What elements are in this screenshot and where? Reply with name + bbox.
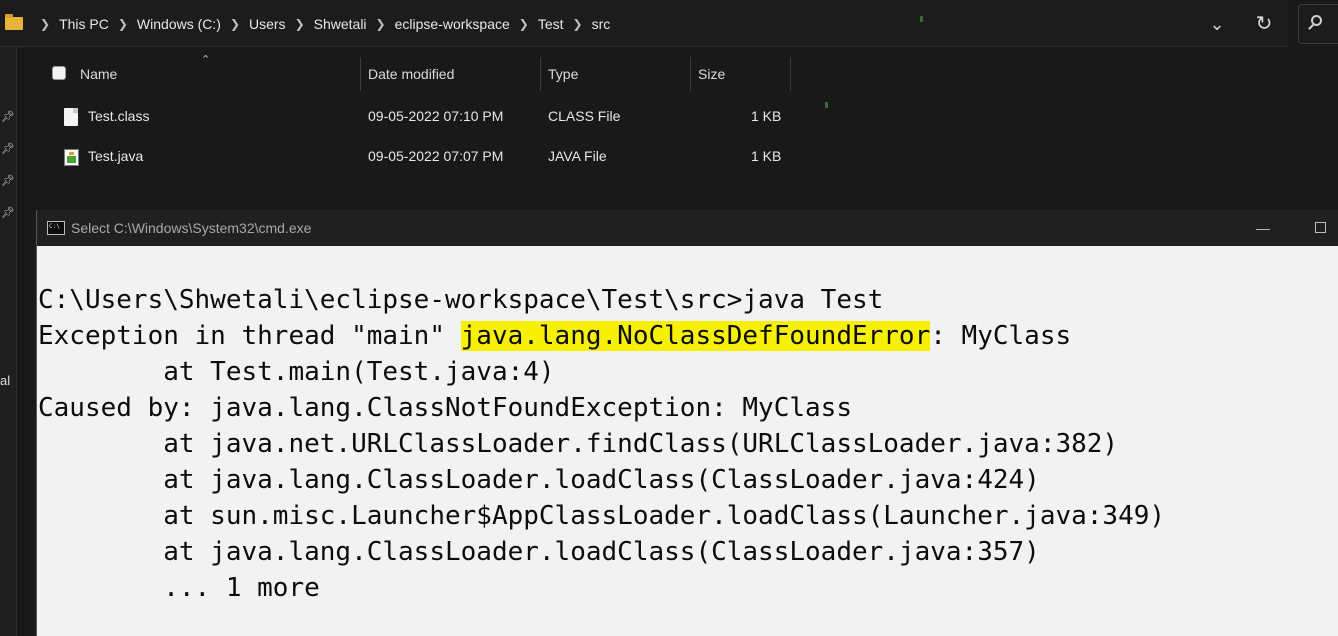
breadcrumb-shwetali[interactable]: Shwetali	[314, 16, 367, 32]
file-type: CLASS File	[548, 108, 621, 124]
console-line: at sun.misc.Launcher$AppClassLoader.load…	[38, 501, 1166, 531]
file-date: 09-05-2022 07:10 PM	[368, 108, 504, 124]
pin-icon[interactable]: 📌︎	[1, 111, 15, 123]
cmd-icon	[47, 221, 65, 235]
nav-item-label[interactable]: al	[0, 373, 10, 388]
column-divider[interactable]	[360, 57, 361, 91]
pin-icon[interactable]: 📌︎	[1, 207, 15, 219]
file-row[interactable]: Test.class 09-05-2022 07:10 PM CLASS Fil…	[17, 97, 817, 137]
chevron-right-icon[interactable]: ❯	[573, 17, 583, 31]
pin-icon[interactable]: 📌︎	[1, 143, 15, 155]
console-line: at java.net.URLClassLoader.findClass(URL…	[38, 429, 1119, 459]
console-line: C:\Users\Shwetali\eclipse-workspace\Test…	[38, 285, 884, 315]
console-line: Caused by: java.lang.ClassNotFoundExcept…	[38, 393, 852, 423]
search-icon	[1311, 15, 1322, 26]
file-row[interactable]: Test.java 09-05-2022 07:07 PM JAVA File …	[17, 137, 817, 177]
column-header-size[interactable]: Size	[698, 59, 725, 89]
column-header-type[interactable]: Type	[548, 59, 578, 89]
refresh-icon[interactable]: ↻	[1253, 13, 1275, 35]
select-all-checkbox[interactable]	[52, 66, 66, 80]
sort-ascending-icon: ⌃	[201, 54, 211, 66]
chevron-right-icon[interactable]: ❯	[40, 17, 50, 31]
folder-icon	[5, 14, 23, 30]
breadcrumb-users[interactable]: Users	[249, 16, 286, 32]
highlighted-error: java.lang.NoClassDefFoundError	[460, 321, 931, 351]
file-date: 09-05-2022 07:07 PM	[368, 148, 504, 164]
file-icon	[64, 108, 78, 126]
chevron-right-icon[interactable]: ❯	[376, 17, 386, 31]
cursor-mark	[825, 102, 828, 108]
console-line: Exception in thread "main" java.lang.NoC…	[38, 321, 1071, 351]
chevron-right-icon[interactable]: ❯	[295, 17, 305, 31]
window-title: Select C:\Windows\System32\cmd.exe	[71, 220, 312, 236]
chevron-right-icon[interactable]: ❯	[118, 17, 128, 31]
chevron-down-icon[interactable]: ⌄	[1208, 14, 1226, 34]
chevron-right-icon[interactable]: ❯	[230, 17, 240, 31]
breadcrumb-this-pc[interactable]: This PC	[59, 16, 109, 32]
breadcrumb-test[interactable]: Test	[538, 16, 564, 32]
chevron-right-icon[interactable]: ❯	[519, 17, 529, 31]
maximize-button[interactable]	[1315, 222, 1326, 233]
file-name: Test.java	[88, 148, 144, 164]
cmd-window[interactable]: Select C:\Windows\System32\cmd.exe — C:\…	[36, 210, 1338, 636]
console-line: ... 1 more	[38, 573, 320, 603]
console-text: : MyClass	[930, 321, 1072, 351]
file-size: 1 KB	[751, 148, 782, 164]
search-input[interactable]	[1298, 4, 1338, 44]
console-text: Exception in thread "main"	[38, 321, 461, 351]
pin-icon[interactable]: 📌︎	[1, 175, 15, 187]
console-output[interactable]: C:\Users\Shwetali\eclipse-workspace\Test…	[38, 282, 1165, 606]
breadcrumb: ❯ This PC ❯ Windows (C:) ❯ Users ❯ Shwet…	[0, 0, 610, 47]
address-bar[interactable]: ❯ This PC ❯ Windows (C:) ❯ Users ❯ Shwet…	[0, 0, 1288, 47]
file-size: 1 KB	[751, 108, 782, 124]
file-name: Test.class	[88, 108, 150, 124]
cmd-title-bar[interactable]: Select C:\Windows\System32\cmd.exe —	[37, 210, 1338, 246]
minimize-button[interactable]: —	[1253, 218, 1273, 238]
column-divider[interactable]	[540, 57, 541, 91]
file-type: JAVA File	[548, 148, 607, 164]
cursor-mark	[920, 16, 923, 22]
column-divider[interactable]	[790, 57, 791, 91]
column-header-date-modified[interactable]: Date modified	[368, 59, 454, 89]
file-list[interactable]: ⌃ Name Date modified Type Size Test.clas…	[17, 47, 1338, 212]
breadcrumb-eclipse-workspace[interactable]: eclipse-workspace	[395, 16, 510, 32]
console-line: at Test.main(Test.java:4)	[38, 357, 555, 387]
navigation-pane[interactable]: 📌︎ 📌︎ 📌︎ 📌︎ al	[0, 47, 17, 636]
breadcrumb-windows-c[interactable]: Windows (C:)	[137, 16, 221, 32]
console-line: at java.lang.ClassLoader.loadClass(Class…	[38, 537, 1040, 567]
column-divider[interactable]	[690, 57, 691, 91]
console-line: at java.lang.ClassLoader.loadClass(Class…	[38, 465, 1040, 495]
breadcrumb-src[interactable]: src	[592, 16, 611, 32]
column-header-name[interactable]: Name	[80, 59, 117, 89]
java-file-icon	[64, 149, 79, 166]
